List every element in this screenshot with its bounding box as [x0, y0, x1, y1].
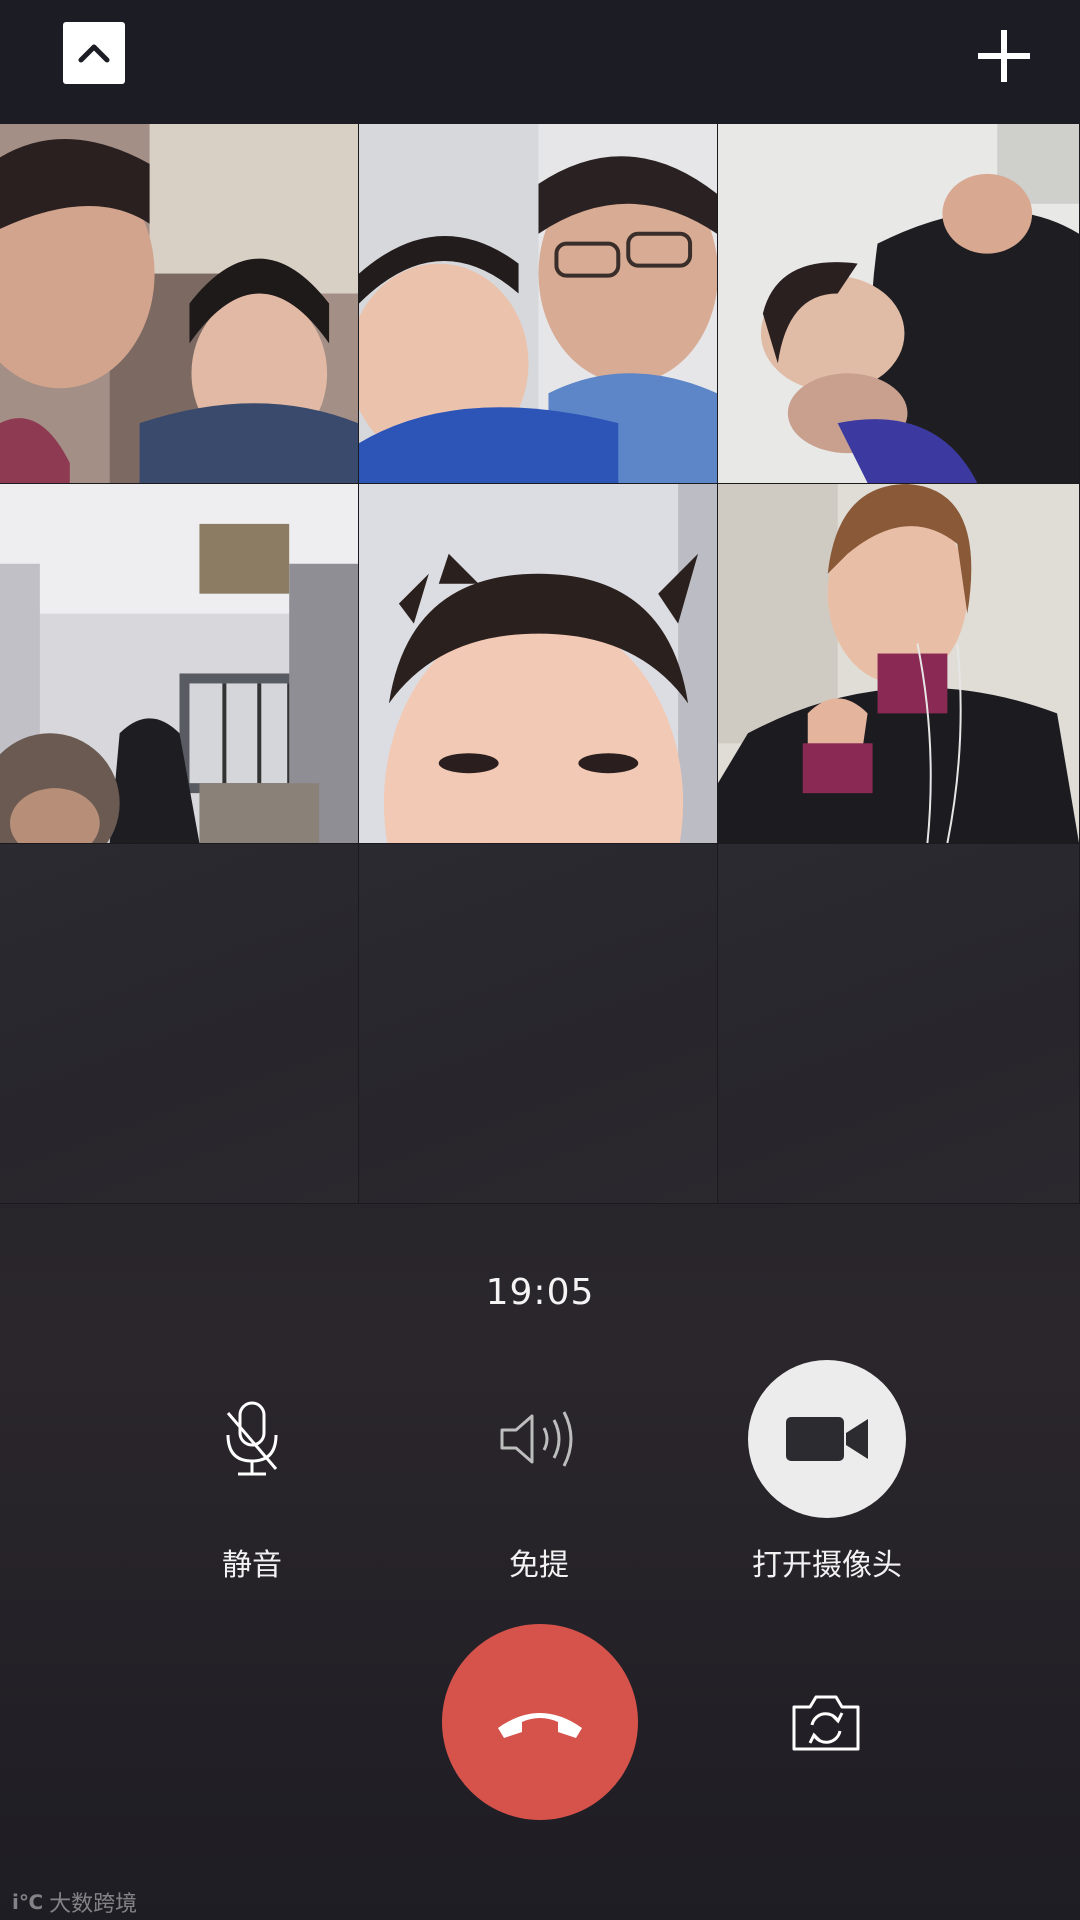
mute-button[interactable]: 静音 — [132, 1360, 372, 1584]
speaker-label: 免提 — [509, 1548, 569, 1583]
participant-tile-8 — [359, 844, 718, 1204]
switch-camera-button[interactable] — [786, 1688, 866, 1758]
participant-tile-7 — [0, 844, 359, 1204]
participant-video-1 — [0, 124, 358, 483]
participant-tile-5[interactable] — [359, 484, 718, 844]
add-participant-button[interactable] — [970, 22, 1038, 90]
plus-icon — [978, 30, 1030, 82]
microphone-muted-icon — [226, 1401, 278, 1476]
watermark-logo: i℃ — [12, 1890, 44, 1914]
phone-hangup-icon — [498, 1713, 582, 1738]
camera-label: 打开摄像头 — [752, 1548, 902, 1583]
participant-tile-2[interactable] — [359, 124, 718, 484]
chevron-up-icon — [78, 44, 110, 63]
video-camera-icon — [786, 1417, 868, 1461]
participant-video-5 — [359, 484, 717, 843]
speaker-button[interactable]: 免提 — [419, 1360, 659, 1584]
top-bar — [0, 0, 1080, 124]
participant-video-6 — [718, 484, 1079, 843]
video-call-screen: 19:05 静音 免提 打开摄像头 i℃ 大数跨境 — [0, 0, 1080, 1920]
watermark-text: 大数跨境 — [49, 1892, 138, 1917]
speaker-icon — [500, 1411, 573, 1467]
participant-video-4 — [0, 484, 358, 843]
call-duration: 19:05 — [485, 1272, 595, 1313]
participant-tile-6[interactable] — [718, 484, 1080, 844]
participant-tile-1[interactable] — [0, 124, 359, 484]
hangup-button[interactable] — [442, 1624, 638, 1820]
mute-label: 静音 — [222, 1548, 282, 1583]
participant-grid — [0, 124, 1080, 1204]
participant-video-2 — [359, 124, 717, 483]
participant-tile-3[interactable] — [718, 124, 1080, 484]
camera-switch-icon — [792, 1695, 860, 1751]
participant-tile-4[interactable] — [0, 484, 359, 844]
camera-toggle-button[interactable]: 打开摄像头 — [707, 1360, 947, 1584]
participant-video-3 — [718, 124, 1079, 483]
minimize-button[interactable] — [63, 22, 125, 84]
watermark: i℃ 大数跨境 — [12, 1886, 137, 1918]
participant-tile-9 — [718, 844, 1080, 1204]
